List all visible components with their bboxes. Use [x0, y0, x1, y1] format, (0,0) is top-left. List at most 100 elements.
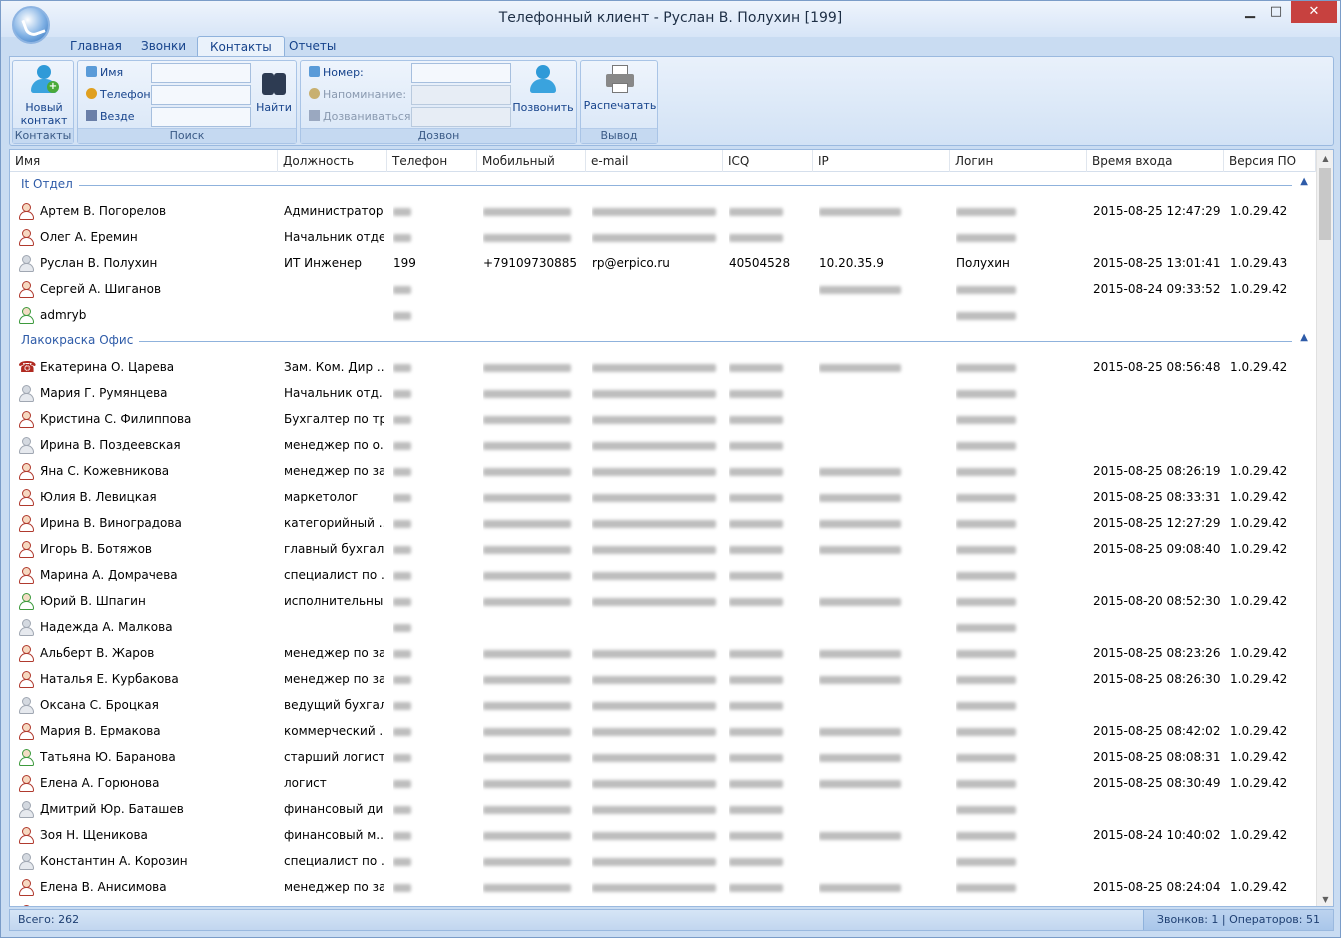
table-row[interactable]: Артем В. Погорелов Администратор 2015-08-2… [10, 198, 1316, 224]
col-login-time[interactable]: Время входа [1087, 150, 1224, 172]
search-name-input[interactable] [151, 63, 251, 83]
table-row[interactable]: Игорь В. Ботяжов главный бухгал... 2015-08… [10, 536, 1316, 562]
new-contact-button[interactable]: + Новый контакт [17, 65, 71, 127]
scroll-thumb[interactable] [1319, 168, 1331, 240]
col-mobile[interactable]: Мобильный [477, 150, 586, 172]
scroll-down-icon[interactable]: ▼ [1317, 891, 1333, 906]
table-row[interactable]: Надежда А. Малкова [10, 614, 1316, 640]
table-row[interactable]: Мария Г. Румянцева Начальник отд. ... [10, 380, 1316, 406]
cell-position: Начальник отде... [284, 230, 384, 244]
table-row[interactable]: Зоя Н. Щеникова финансовый м... 2015-08-24… [10, 822, 1316, 848]
dial-number-input[interactable] [411, 63, 511, 83]
close-icon[interactable]: ✕ [1291, 1, 1337, 23]
vertical-scrollbar[interactable]: ▲ ▼ [1316, 150, 1333, 906]
table-row[interactable]: Альберт В. Жаров менеджер по за... 2015-08… [10, 640, 1316, 666]
table-row[interactable]: Юлия В. Левицкая маркетолог 2015-08-25 08:… [10, 484, 1316, 510]
contact-status-icon [18, 723, 34, 740]
table-row[interactable]: Елена А. Горюнова логист 2015-08-25 08:30:… [10, 770, 1316, 796]
table-row[interactable]: Оксана С. Броцкая ведущий бухгал... [10, 692, 1316, 718]
table-row[interactable]: Юрий В. Шпагин исполнительны... 2015-08-20… [10, 588, 1316, 614]
table-row[interactable]: Ольга С. Долгушина офис-менеджер 2015-08-2… [10, 900, 1316, 906]
redacted-value [592, 536, 722, 562]
table-row[interactable]: Сергей А. Шиганов 2015-08-24 09:33:52.0 1.… [10, 276, 1316, 302]
cell-ip: 10.20.35.9 [819, 256, 884, 270]
tab-reports[interactable]: Отчеты [277, 36, 348, 57]
group-label: Дозвон [301, 128, 576, 143]
redacted-value [729, 224, 789, 250]
cell-time: 2015-08-25 12:27:29.0 [1093, 516, 1221, 530]
redacted-value [483, 874, 577, 900]
table-row[interactable]: Кристина С. Филиппова Бухгалтер по тр... [10, 406, 1316, 432]
cell-position: категорийный ... [284, 516, 384, 530]
col-phone[interactable]: Телефон [387, 150, 477, 172]
table-row[interactable]: admryb [10, 302, 1316, 328]
redacted-value [393, 588, 417, 614]
status-bar: Всего: 262 Звонков: 1 | Операторов: 51 [9, 909, 1334, 931]
redacted-value [393, 822, 417, 848]
redacted-value [393, 354, 417, 380]
table-row[interactable]: Константин А. Корозин специалист по ... [10, 848, 1316, 874]
redacted-value [729, 874, 789, 900]
cell-position: ИТ Инженер [284, 256, 362, 270]
print-button[interactable]: Распечатать [583, 65, 657, 112]
table-row[interactable]: Руслан В. Полухин ИТ Инженер 199 +791097308… [10, 250, 1316, 276]
cell-name: Ольга С. Долгушина [40, 900, 276, 906]
col-email[interactable]: e-mail [586, 150, 723, 172]
maximize-icon[interactable]: □ [1263, 1, 1289, 23]
cell-position: Администратор [284, 204, 384, 218]
search-everywhere-input[interactable] [151, 107, 251, 127]
table-row[interactable]: Татьяна Ю. Баранова старший логист 2015-08… [10, 744, 1316, 770]
contact-status-icon [18, 203, 34, 220]
col-name[interactable]: Имя [10, 150, 278, 172]
tab-main[interactable]: Главная [58, 36, 134, 57]
table-row[interactable]: Ирина В. Поздеевская менеджер по о... [10, 432, 1316, 458]
cell-name: Марина А. Домрачева [40, 568, 178, 582]
col-version[interactable]: Версия ПО [1224, 150, 1316, 172]
redacted-value [393, 224, 417, 250]
table-row[interactable]: Елена В. Анисимова менеджер по за... 2015-… [10, 874, 1316, 900]
cell-time: 2015-08-24 09:33:52.0 [1093, 282, 1221, 296]
cell-position: финансовый ди... [284, 802, 384, 816]
cell-position: финансовый м... [284, 828, 384, 842]
minimize-icon[interactable]: ▁ [1237, 1, 1263, 23]
col-ip[interactable]: IP [813, 150, 950, 172]
table-row[interactable]: Яна С. Кожевникова менеджер по за... 2015-… [10, 458, 1316, 484]
redacted-value [819, 874, 907, 900]
cell-time: 2015-08-25 08:33:31.0 [1093, 490, 1221, 504]
scroll-up-icon[interactable]: ▲ [1317, 150, 1333, 167]
call-button[interactable]: Позвонить [511, 65, 575, 114]
col-login[interactable]: Логин [950, 150, 1087, 172]
tab-calls[interactable]: Звонки [129, 36, 198, 57]
table-row[interactable]: Мария В. Ермакова коммерческий ... 2015-08… [10, 718, 1316, 744]
redacted-value [956, 796, 1022, 822]
table-row[interactable]: ☎ Екатерина О. Царева Зам. Ком. Дир ... 201… [10, 354, 1316, 380]
cell-version: 1.0.29.42 [1230, 776, 1288, 790]
table-row[interactable]: Марина А. Домрачева специалист по ... [10, 562, 1316, 588]
search-phone-input[interactable] [151, 85, 251, 105]
table-row[interactable]: Ирина В. Виноградова категорийный ... 2015… [10, 510, 1316, 536]
table-row[interactable]: Олег А. Еремин Начальник отде... [10, 224, 1316, 250]
redacted-value [956, 380, 1022, 406]
collapse-icon[interactable]: ▲ [1300, 332, 1308, 343]
group-header[interactable]: It Отдел ▲ [10, 172, 1316, 198]
redacted-value [956, 354, 1022, 380]
table-row[interactable]: Дмитрий Юр. Баташев финансовый ди... [10, 796, 1316, 822]
redacted-value [592, 562, 722, 588]
group-header[interactable]: Лакокраска Офис ▲ [10, 328, 1316, 354]
contact-status-icon [18, 229, 34, 246]
redacted-value [393, 510, 417, 536]
tab-contacts[interactable]: Контакты [197, 36, 285, 57]
collapse-icon[interactable]: ▲ [1300, 176, 1308, 187]
redacted-value [483, 822, 577, 848]
contact-status-icon [18, 255, 34, 272]
find-button[interactable]: Найти [254, 67, 294, 114]
app-logo-icon[interactable] [12, 6, 50, 44]
col-icq[interactable]: ICQ [723, 150, 813, 172]
redacted-value [956, 224, 1022, 250]
cell-name: Елена В. Анисимова [40, 880, 167, 894]
table-row[interactable]: Наталья Е. Курбакова менеджер по за... 201… [10, 666, 1316, 692]
redacted-value [483, 354, 577, 380]
redacted-value [819, 666, 907, 692]
contact-status-icon [18, 697, 34, 714]
col-position[interactable]: Должность [278, 150, 387, 172]
